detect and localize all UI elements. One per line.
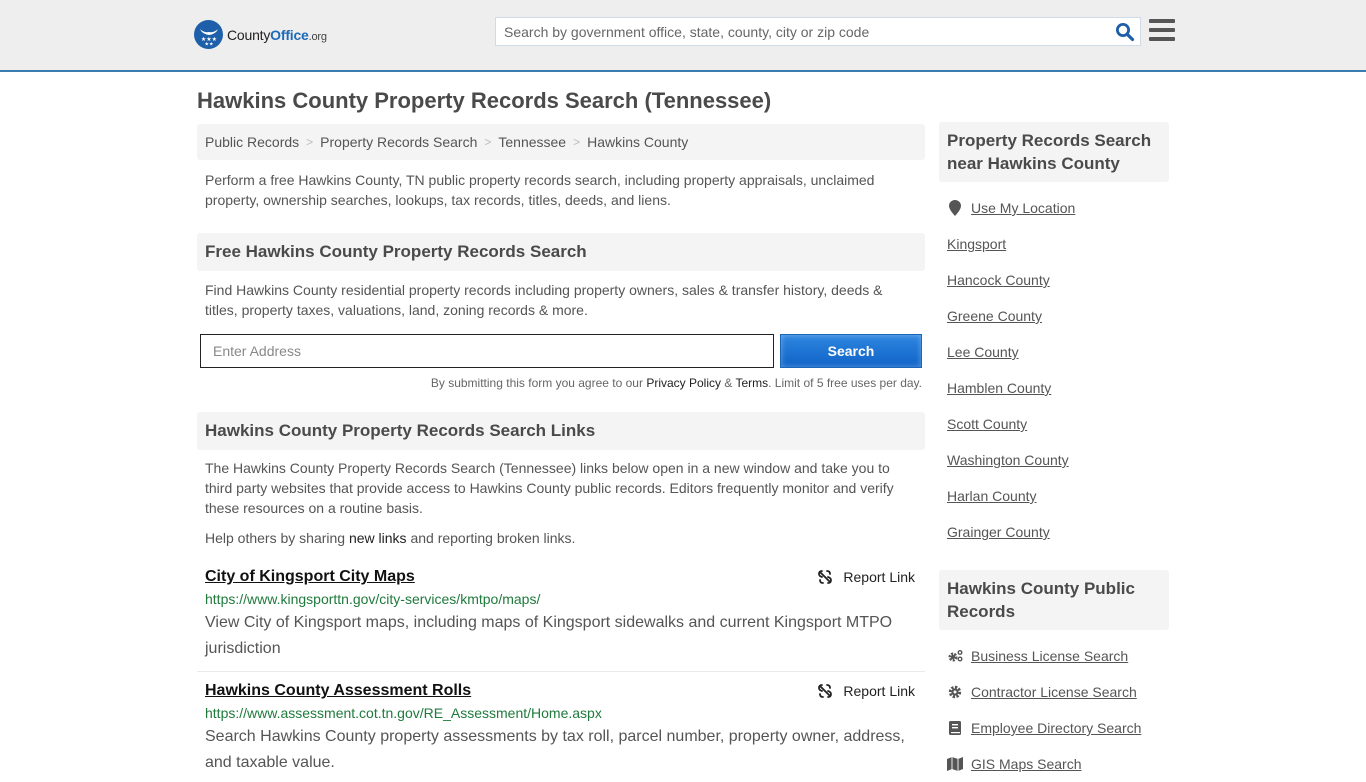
- gis-maps-search-link[interactable]: GIS Maps Search: [971, 756, 1082, 772]
- help-text: Help others by sharing new links and rep…: [205, 530, 576, 546]
- nearby-link-scott-county[interactable]: Scott County: [947, 416, 1027, 432]
- nearby-link-hancock-county[interactable]: Hancock County: [947, 272, 1050, 288]
- address-search-form: Search: [197, 334, 925, 368]
- use-my-location-item: Use My Location: [947, 190, 1161, 226]
- nearby-item: Hamblen County: [947, 370, 1161, 406]
- nearby-link-greene-county[interactable]: Greene County: [947, 308, 1042, 324]
- breadcrumb: Public Records > Property Records Search…: [197, 124, 925, 160]
- public-records-item: GIS Maps Search: [947, 746, 1161, 782]
- free-search-heading: Free Hawkins County Property Records Sea…: [197, 233, 925, 271]
- breadcrumb-separator: >: [484, 135, 492, 149]
- link-title[interactable]: City of Kingsport City Maps: [205, 568, 415, 585]
- public-records-list: Business License Search Contractor Licen…: [939, 638, 1169, 782]
- sidebar: Property Records Search near Hawkins Cou…: [939, 122, 1169, 782]
- nearby-item: Harlan County: [947, 478, 1161, 514]
- breadcrumb-property-records-search[interactable]: Property Records Search: [320, 134, 477, 150]
- link-description: View City of Kingsport maps, including m…: [205, 614, 893, 657]
- nearby-item: Scott County: [947, 406, 1161, 442]
- report-link-button[interactable]: Report Link: [817, 683, 915, 699]
- contractor-license-search-link[interactable]: Contractor License Search: [971, 684, 1137, 700]
- book-icon: [947, 721, 963, 735]
- privacy-policy-link[interactable]: Privacy Policy: [646, 376, 721, 390]
- public-records-item: Employee Directory Search: [947, 710, 1161, 746]
- main-content: Public Records > Property Records Search…: [197, 124, 925, 776]
- gears-icon: [947, 649, 963, 663]
- nearby-item: Greene County: [947, 298, 1161, 334]
- link-item: City of Kingsport City Maps Report Link …: [197, 568, 925, 672]
- business-license-search-link[interactable]: Business License Search: [971, 648, 1128, 664]
- link-url[interactable]: https://www.kingsporttn.gov/city-service…: [205, 591, 917, 607]
- site-search: [495, 17, 1141, 46]
- links-section-heading: Hawkins County Property Records Search L…: [197, 412, 925, 450]
- page-title: Hawkins County Property Records Search (…: [197, 88, 772, 113]
- link-title[interactable]: Hawkins County Assessment Rolls: [205, 682, 471, 699]
- site-search-input[interactable]: [496, 18, 1110, 45]
- nearby-link-kingsport[interactable]: Kingsport: [947, 236, 1006, 252]
- logo[interactable]: ★★★ ★★ CountyOffice.org: [194, 20, 327, 49]
- report-link-button[interactable]: Report Link: [817, 569, 915, 585]
- nearby-link-harlan-county[interactable]: Harlan County: [947, 488, 1037, 504]
- public-records-heading: Hawkins County Public Records: [939, 570, 1169, 630]
- logo-text: CountyOffice.org: [227, 26, 327, 43]
- nearby-link-washington-county[interactable]: Washington County: [947, 452, 1069, 468]
- breadcrumb-hawkins-county[interactable]: Hawkins County: [587, 134, 688, 150]
- nearby-item: Kingsport: [947, 226, 1161, 262]
- logo-eagle-icon: ★★★ ★★: [194, 20, 223, 49]
- broken-link-icon: [817, 683, 833, 699]
- new-links-link[interactable]: new links: [349, 530, 407, 546]
- nearby-heading: Property Records Search near Hawkins Cou…: [939, 122, 1169, 182]
- breadcrumb-separator: >: [573, 135, 581, 149]
- address-search-button[interactable]: Search: [780, 334, 922, 368]
- gear-icon: [947, 685, 963, 699]
- link-url[interactable]: https://www.assessment.cot.tn.gov/RE_Ass…: [205, 705, 917, 721]
- intro-text: Perform a free Hawkins County, TN public…: [205, 172, 875, 208]
- nearby-item: Washington County: [947, 442, 1161, 478]
- address-input[interactable]: [200, 334, 774, 368]
- employee-directory-search-link[interactable]: Employee Directory Search: [971, 720, 1141, 736]
- public-records-item: Business License Search: [947, 638, 1161, 674]
- public-records-item: Contractor License Search: [947, 674, 1161, 710]
- breadcrumb-tennessee[interactable]: Tennessee: [498, 134, 566, 150]
- broken-link-icon: [817, 569, 833, 585]
- free-search-description: Find Hawkins County residential property…: [205, 282, 883, 318]
- hamburger-menu-icon[interactable]: [1149, 19, 1175, 41]
- svg-text:★★: ★★: [204, 41, 213, 46]
- breadcrumb-public-records[interactable]: Public Records: [205, 134, 299, 150]
- link-description: Search Hawkins County property assessmen…: [205, 728, 905, 771]
- search-icon[interactable]: [1110, 18, 1140, 45]
- nearby-item: Lee County: [947, 334, 1161, 370]
- nearby-item: Hancock County: [947, 262, 1161, 298]
- map-marker-icon: [947, 200, 963, 216]
- top-bar: ★★★ ★★ CountyOffice.org: [0, 0, 1366, 72]
- nearby-link-lee-county[interactable]: Lee County: [947, 344, 1019, 360]
- map-icon: [947, 757, 963, 771]
- nearby-link-hamblen-county[interactable]: Hamblen County: [947, 380, 1051, 396]
- use-my-location-link[interactable]: Use My Location: [971, 200, 1075, 216]
- nearby-item: Grainger County: [947, 514, 1161, 550]
- terms-link[interactable]: Terms: [735, 376, 768, 390]
- link-item: Hawkins County Assessment Rolls Report L…: [197, 682, 925, 776]
- links-section-description: The Hawkins County Property Records Sear…: [205, 460, 894, 516]
- form-disclaimer: By submitting this form you agree to our…: [430, 376, 922, 390]
- nearby-link-grainger-county[interactable]: Grainger County: [947, 524, 1050, 540]
- breadcrumb-separator: >: [306, 135, 314, 149]
- nearby-list: Use My Location Kingsport Hancock County…: [939, 190, 1169, 550]
